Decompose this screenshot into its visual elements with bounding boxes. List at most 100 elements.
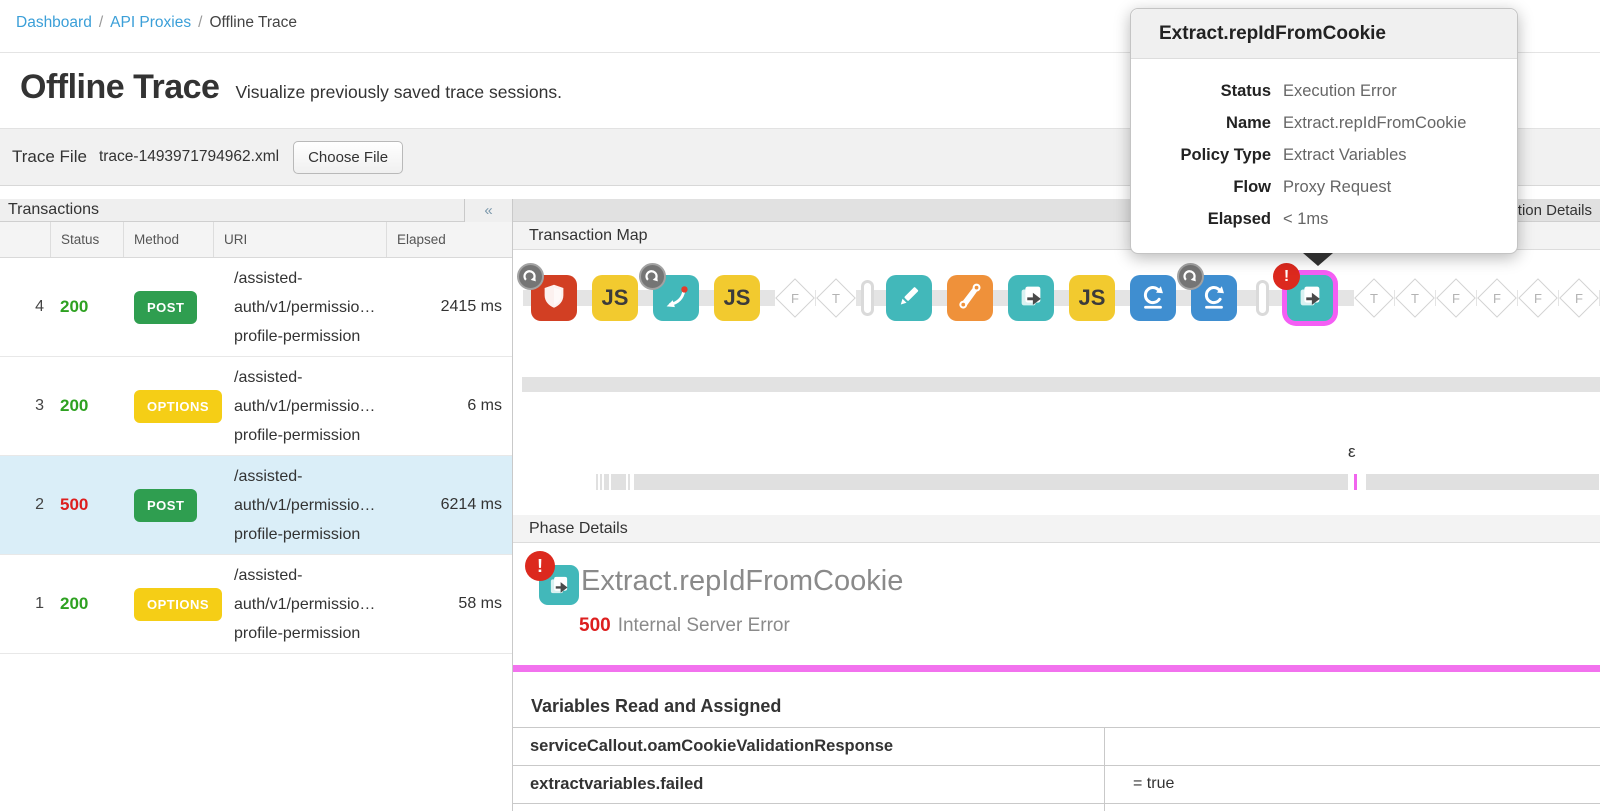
policy-node-js-icon[interactable]: JS xyxy=(1069,275,1115,321)
flow-condition-diamond[interactable]: F xyxy=(1559,277,1599,319)
transactions-table-body: 4200POST/assisted-auth/v1/permissio…prof… xyxy=(0,258,512,654)
timeline-segment xyxy=(634,474,1348,490)
transactions-panel: Transactions « StatusMethodURIElapsed 42… xyxy=(0,199,513,811)
request-uri: /assisted-auth/v1/permissio…profile-perm… xyxy=(213,264,386,351)
flow-condition-diamond[interactable]: T xyxy=(1395,277,1435,319)
error-badge-icon: ! xyxy=(1273,263,1300,290)
timeline-segment xyxy=(600,474,602,490)
transaction-row[interactable]: 4200POST/assisted-auth/v1/permissio…prof… xyxy=(0,258,512,357)
tooltip-row: Elapsed< 1ms xyxy=(1131,203,1517,235)
uri-line: profile-permission xyxy=(234,421,386,450)
uri-line: /assisted- xyxy=(234,561,386,590)
diamond-label: F xyxy=(791,291,799,306)
transaction-row[interactable]: 1200OPTIONS/assisted-auth/v1/permissio…p… xyxy=(0,555,512,654)
policy-node-script-icon[interactable] xyxy=(947,275,993,321)
uri-line: /assisted- xyxy=(234,462,386,491)
phase-policy-name: Extract.repIdFromCookie xyxy=(581,565,903,598)
policy-node-route-icon[interactable] xyxy=(653,275,699,321)
column-header: URI xyxy=(213,222,386,257)
policy-node-pencil-icon[interactable] xyxy=(886,275,932,321)
js-icon: JS xyxy=(1079,285,1106,311)
trace-file-label: Trace File xyxy=(12,147,87,167)
timeline-bar-request xyxy=(522,377,1600,392)
diamond-label: T xyxy=(1411,291,1419,306)
breadcrumb-item-api-proxies[interactable]: API Proxies xyxy=(110,14,191,31)
variables-table: serviceCallout.oamCookieValidationRespon… xyxy=(513,727,1600,811)
method-cell: POST xyxy=(123,291,213,324)
transaction-row[interactable]: 2500POST/assisted-auth/v1/permissio…prof… xyxy=(0,456,512,555)
diamond-label: T xyxy=(832,291,840,306)
policy-node-shield-icon[interactable] xyxy=(531,275,577,321)
method-cell: OPTIONS xyxy=(123,588,213,621)
breadcrumb-item-dashboard[interactable]: Dashboard xyxy=(16,14,92,31)
tooltip-row-value: < 1ms xyxy=(1283,203,1328,235)
elapsed-time: 6 ms xyxy=(386,397,512,415)
flow-condition-diamond[interactable]: F xyxy=(1518,277,1558,319)
phase-error-rule xyxy=(513,665,1600,672)
transaction-row[interactable]: 3200OPTIONS/assisted-auth/v1/permissio…p… xyxy=(0,357,512,456)
breadcrumb: Dashboard/API Proxies/Offline Trace xyxy=(16,14,297,32)
uri-line: profile-permission xyxy=(234,322,386,351)
tooltip-row: StatusExecution Error xyxy=(1131,75,1517,107)
tooltip-row: NameExtract.repIdFromCookie xyxy=(1131,107,1517,139)
refresh-badge-icon xyxy=(517,263,544,290)
phase-details-body: ! Extract.repIdFromCookie 500Internal Se… xyxy=(513,543,1600,665)
flow-separator-pill xyxy=(861,280,874,316)
page-title: Offline Trace xyxy=(20,68,219,107)
uri-line: /assisted- xyxy=(234,264,386,293)
policy-node-loop-icon[interactable] xyxy=(1191,275,1237,321)
refresh-badge-icon xyxy=(1177,263,1204,290)
choose-file-button[interactable]: Choose File xyxy=(293,141,403,174)
phase-status-line: 500Internal Server Error xyxy=(579,615,790,637)
transaction-number: 4 xyxy=(0,298,50,316)
transaction-number: 2 xyxy=(0,496,50,514)
timeline-segment xyxy=(628,474,630,490)
shield-icon xyxy=(539,281,569,316)
status-code: 500 xyxy=(50,495,123,515)
breadcrumb-separator: / xyxy=(99,14,103,31)
timeline-segment xyxy=(1366,474,1599,490)
tooltip-row-value: Execution Error xyxy=(1283,75,1397,107)
tooltip-row: FlowProxy Request xyxy=(1131,171,1517,203)
method-badge: OPTIONS xyxy=(134,390,222,423)
policy-node-callout-icon[interactable] xyxy=(1008,275,1054,321)
flow-condition-diamond[interactable]: F xyxy=(775,277,815,319)
main-split: Transactions « StatusMethodURIElapsed 42… xyxy=(0,199,1600,811)
flow-condition-diamond[interactable]: F xyxy=(1477,277,1517,319)
pencil-icon xyxy=(895,282,923,315)
error-time-marker xyxy=(1354,474,1357,490)
variables-heading: Variables Read and Assigned xyxy=(531,696,1600,717)
loop-icon xyxy=(1138,281,1168,316)
diamond-label: F xyxy=(1575,291,1583,306)
transactions-title: Transactions xyxy=(0,201,464,219)
elapsed-time: 6214 ms xyxy=(386,496,512,514)
route-icon xyxy=(661,281,691,316)
policy-node-loop-icon[interactable] xyxy=(1130,275,1176,321)
transaction-number: 1 xyxy=(0,595,50,613)
timeline-segment xyxy=(611,474,626,490)
variable-value xyxy=(1105,728,1600,765)
request-uri: /assisted-auth/v1/permissio…profile-perm… xyxy=(213,363,386,450)
trace-file-name: trace-1493971794962.xml xyxy=(99,148,279,166)
js-icon: JS xyxy=(602,285,629,311)
column-header xyxy=(0,222,50,257)
loop-icon xyxy=(1199,281,1229,316)
flow-condition-diamond[interactable]: F xyxy=(1436,277,1476,319)
callout-icon xyxy=(1295,281,1325,316)
policy-node-js-icon[interactable]: JS xyxy=(592,275,638,321)
refresh-badge-icon xyxy=(639,263,666,290)
transaction-number: 3 xyxy=(0,397,50,415)
diamond-label: F xyxy=(1452,291,1460,306)
uri-line: auth/v1/permissio… xyxy=(234,293,386,322)
policy-tooltip: Extract.repIdFromCookie StatusExecution … xyxy=(1130,8,1518,254)
elapsed-time: 2415 ms xyxy=(386,298,512,316)
collapse-panel-icon[interactable]: « xyxy=(464,199,512,222)
tooltip-title: Extract.repIdFromCookie xyxy=(1131,9,1517,59)
flow-condition-diamond[interactable]: T xyxy=(816,277,856,319)
policy-node-callout-icon[interactable]: ! xyxy=(1287,275,1333,321)
offline-trace-page: Dashboard/API Proxies/Offline Trace Offl… xyxy=(0,0,1600,811)
status-code: 200 xyxy=(50,297,123,317)
flow-condition-diamond[interactable]: T xyxy=(1354,277,1394,319)
policy-node-js-icon[interactable]: JS xyxy=(714,275,760,321)
uri-line: auth/v1/permissio… xyxy=(234,392,386,421)
